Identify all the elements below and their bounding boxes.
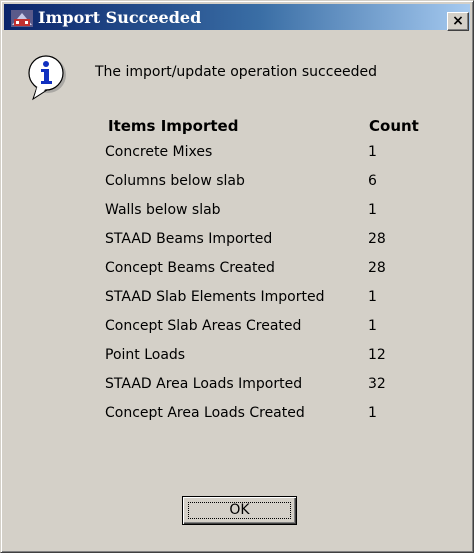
row-item-name: STAAD Beams Imported <box>105 231 273 247</box>
window-title: Import Succeeded <box>38 8 202 27</box>
row-item-count: 6 <box>368 173 377 189</box>
row-item-name: Walls below slab <box>105 202 221 218</box>
title-bar[interactable]: Import Succeeded × <box>4 4 470 31</box>
table-row: STAAD Slab Elements Imported 1 <box>105 289 445 318</box>
import-summary-table: Concrete Mixes 1 Columns below slab 6 Wa… <box>105 144 445 434</box>
row-item-count: 32 <box>368 376 386 392</box>
table-row: Point Loads 12 <box>105 347 445 376</box>
row-item-name: Concept Slab Areas Created <box>105 318 302 334</box>
table-row: STAAD Beams Imported 28 <box>105 231 445 260</box>
row-item-name: Columns below slab <box>105 173 245 189</box>
table-row: Concrete Mixes 1 <box>105 144 445 173</box>
table-row: Columns below slab 6 <box>105 173 445 202</box>
app-icon <box>11 10 33 27</box>
table-row: Concept Beams Created 28 <box>105 260 445 289</box>
row-item-count: 1 <box>368 405 377 421</box>
table-row: Walls below slab 1 <box>105 202 445 231</box>
row-item-name: Concept Beams Created <box>105 260 275 276</box>
row-item-name: STAAD Slab Elements Imported <box>105 289 325 305</box>
row-item-count: 1 <box>368 289 377 305</box>
ok-button[interactable]: OK <box>182 496 297 525</box>
info-icon <box>28 55 66 101</box>
import-succeeded-dialog: Import Succeeded × The import/update ope… <box>0 0 474 553</box>
table-row: Concept Area Loads Created 1 <box>105 405 445 434</box>
status-message: The import/update operation succeeded <box>95 64 378 80</box>
count-header: Count <box>369 117 419 135</box>
row-item-name: Concrete Mixes <box>105 144 213 160</box>
row-item-name: Point Loads <box>105 347 186 363</box>
row-item-name: Concept Area Loads Created <box>105 405 305 421</box>
table-row: STAAD Area Loads Imported 32 <box>105 376 445 405</box>
row-item-count: 1 <box>368 318 377 334</box>
close-button[interactable]: × <box>447 12 469 31</box>
close-icon: × <box>452 13 464 29</box>
row-item-count: 12 <box>368 347 386 363</box>
row-item-count: 1 <box>368 202 377 218</box>
table-row: Concept Slab Areas Created 1 <box>105 318 445 347</box>
row-item-count: 28 <box>368 260 386 276</box>
ok-button-label: OK <box>229 502 250 518</box>
items-imported-header: Items Imported <box>108 117 239 135</box>
row-item-count: 1 <box>368 144 377 160</box>
row-item-count: 28 <box>368 231 386 247</box>
row-item-name: STAAD Area Loads Imported <box>105 376 303 392</box>
